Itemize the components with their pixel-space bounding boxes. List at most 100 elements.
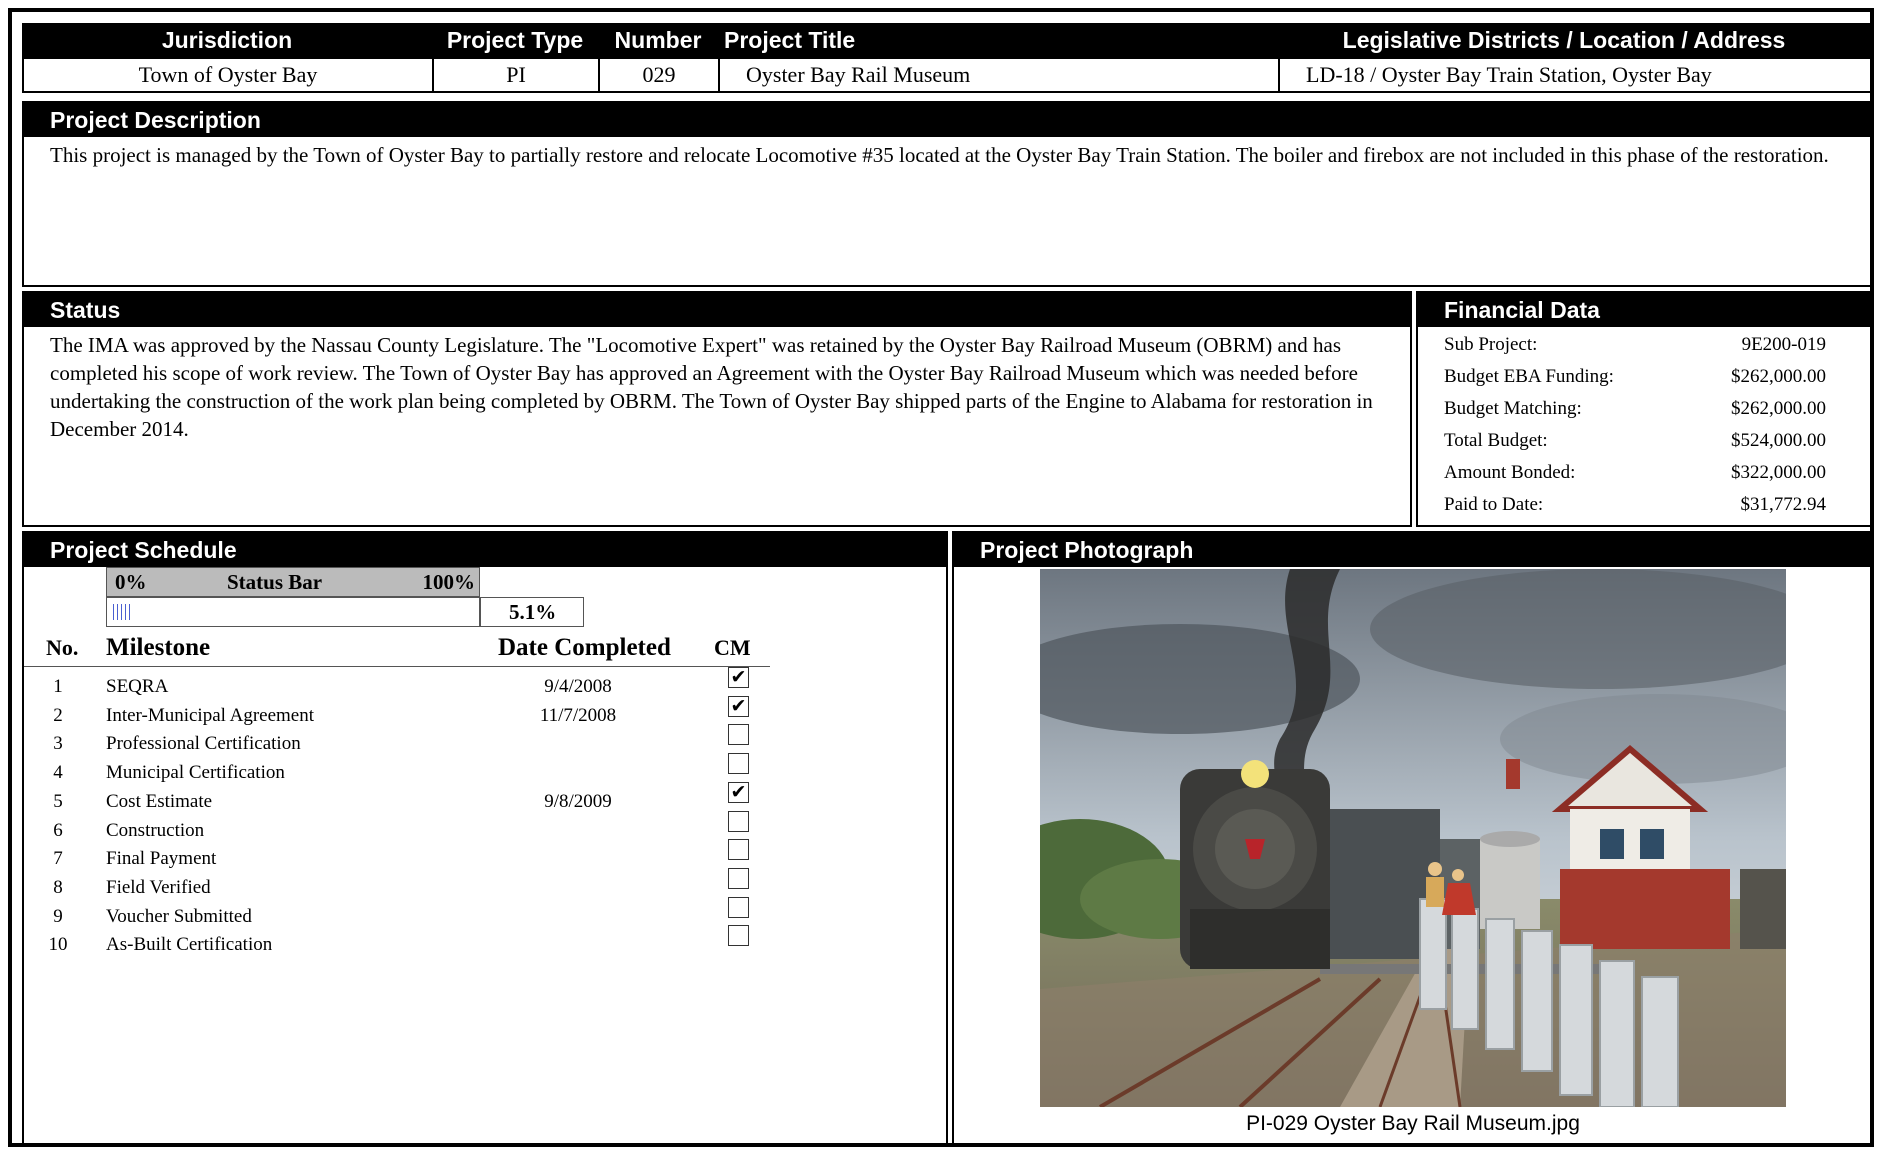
project-type-value: PI (434, 59, 600, 91)
financial-label: Paid to Date: (1444, 494, 1544, 515)
col-project-title: Project Title (724, 27, 856, 53)
milestone-name: Construction (106, 819, 205, 841)
milestone-number: 4 (53, 762, 63, 784)
financial-label: Budget EBA Funding: (1444, 366, 1614, 387)
milestone-row: 8 Field Verified (24, 867, 770, 902)
status-bar-fill (113, 604, 131, 620)
financial-value: $322,000.00 (1731, 462, 1826, 483)
milestone-name: Final Payment (106, 848, 217, 870)
financial-label: Budget Matching: (1444, 398, 1582, 419)
milestone-name: Voucher Submitted (106, 905, 252, 927)
completed-checkbox[interactable] (728, 839, 749, 861)
milestone-row: 2 Inter-Municipal Agreement 11/7/2008 ✔ (24, 695, 770, 730)
col-location: Legislative Districts / Location / Addre… (1342, 27, 1786, 53)
financial-title: Financial Data (1418, 293, 1872, 327)
photo-caption: PI-029 Oyster Bay Rail Museum.jpg (1246, 1112, 1580, 1135)
col-cm-header: CM (714, 635, 751, 660)
milestone-date: 11/7/2008 (539, 704, 617, 726)
financial-label: Sub Project: (1444, 334, 1538, 355)
col-project-type: Project Type (446, 27, 584, 53)
description-text: This project is managed by the Town of O… (50, 143, 1829, 167)
milestone-row: 9 Voucher Submitted (24, 896, 770, 931)
milestone-row: 1 SEQRA 9/4/2008 ✔ (24, 667, 770, 701)
completed-checkbox[interactable] (728, 925, 749, 947)
col-milestone-header: Milestone (106, 634, 211, 661)
milestone-number: 2 (53, 704, 63, 726)
milestone-row: 10 As-Built Certification (24, 925, 770, 959)
milestone-number: 8 (53, 876, 63, 898)
status-panel: Status The IMA was approved by the Nassa… (22, 291, 1412, 527)
bar-min-label: 0% (115, 570, 147, 594)
financial-value: $262,000.00 (1731, 398, 1826, 419)
financial-row: Amount Bonded: $322,000.00 (1418, 457, 1872, 489)
financial-row: Budget Matching: $262,000.00 (1418, 393, 1872, 425)
milestone-name: Field Verified (106, 876, 211, 898)
milestone-name: Municipal Certification (106, 762, 285, 784)
milestone-date: 9/8/2009 (544, 790, 612, 812)
financial-value: 9E200-019 (1741, 334, 1826, 355)
financial-row: Paid to Date: $31,772.94 (1418, 489, 1872, 521)
jurisdiction-value: Town of Oyster Bay (24, 59, 434, 91)
milestone-number: 3 (53, 733, 63, 755)
col-date-header: Date Completed (498, 634, 671, 661)
milestone-date: 9/4/2008 (544, 676, 612, 697)
milestone-name: As-Built Certification (106, 934, 273, 956)
bar-title: Status Bar (227, 570, 323, 594)
financial-value: $31,772.94 (1740, 494, 1827, 515)
milestone-number: 7 (53, 848, 63, 870)
location-value: LD-18 / Oyster Bay Train Station, Oyster… (1306, 62, 1712, 87)
completed-checkbox[interactable]: ✔ (728, 781, 749, 803)
status-bar-header: 0% Status Bar 100% (106, 567, 480, 597)
status-title: Status (24, 293, 1410, 327)
number-value: 029 (600, 59, 720, 91)
completed-checkbox[interactable] (728, 867, 749, 889)
photo-title: Project Photograph (954, 533, 1872, 567)
col-jurisdiction: Jurisdiction (161, 27, 293, 53)
completed-checkbox[interactable] (728, 810, 749, 832)
financial-label: Amount Bonded: (1444, 462, 1576, 483)
milestone-row: 4 Municipal Certification (24, 753, 770, 787)
completed-checkbox[interactable] (728, 896, 749, 918)
milestone-name: Professional Certification (106, 733, 301, 755)
milestone-header: No. Milestone Date Completed CM (24, 629, 770, 667)
financial-value: $524,000.00 (1731, 430, 1826, 451)
milestone-number: 6 (53, 819, 63, 841)
financial-row: Budget EBA Funding: $262,000.00 (1418, 361, 1872, 393)
header-values: Town of Oyster Bay PI 029 Oyster Bay Rai… (22, 57, 1874, 93)
col-no-header: No. (46, 635, 79, 660)
milestone-number: 10 (48, 934, 68, 956)
financial-label: Total Budget: (1444, 430, 1548, 451)
milestone-row: 6 Construction (24, 810, 770, 845)
description-title: Project Description (24, 103, 1872, 137)
milestone-name: Cost Estimate (106, 790, 213, 812)
financial-value: $262,000.00 (1731, 366, 1826, 387)
financial-rows: Sub Project: 9E200-019 Budget EBA Funding:… (1418, 327, 1872, 523)
financial-panel: Financial Data Sub Project: 9E200-019 Budg… (1416, 291, 1874, 527)
milestone-row: 7 Final Payment (24, 839, 770, 873)
milestone-number: 1 (53, 676, 63, 697)
photo-panel: Project Photograph PI-029 Oyster Bay Rai… (952, 531, 1874, 1147)
project-title-value: Oyster Bay Rail Museum (720, 59, 1280, 91)
completed-checkbox[interactable] (728, 724, 749, 746)
col-number: Number (614, 27, 702, 53)
milestone-name: Inter-Municipal Agreement (106, 704, 315, 726)
milestone-name: SEQRA (106, 676, 169, 697)
schedule-panel: Project Schedule 0% Status Bar 100% 5.1%… (22, 531, 948, 1147)
project-photo (1040, 569, 1786, 1107)
completed-checkbox[interactable]: ✔ (728, 695, 749, 717)
progress-value: 5.1% (480, 597, 584, 627)
schedule-title: Project Schedule (24, 533, 946, 567)
header-bar: Jurisdiction Project Type Number Project… (22, 23, 1874, 57)
milestone-number: 5 (53, 790, 63, 812)
description-panel: Project Description This project is mana… (22, 101, 1874, 287)
milestone-row: 5 Cost Estimate 9/8/2009 ✔ (24, 781, 770, 816)
status-bar-track (106, 597, 480, 627)
milestone-number: 9 (53, 905, 63, 927)
bar-max-label: 100% (422, 570, 476, 594)
milestone-row: 3 Professional Certification (24, 724, 770, 758)
completed-checkbox[interactable]: ✔ (728, 667, 749, 688)
milestone-list: 1 SEQRA 9/4/2008 ✔ 2 Inter-Municipal Agreemen… (24, 667, 770, 973)
completed-checkbox[interactable] (728, 753, 749, 775)
financial-row: Total Budget: $524,000.00 (1418, 425, 1872, 457)
financial-row: Sub Project: 9E200-019 (1418, 329, 1872, 361)
